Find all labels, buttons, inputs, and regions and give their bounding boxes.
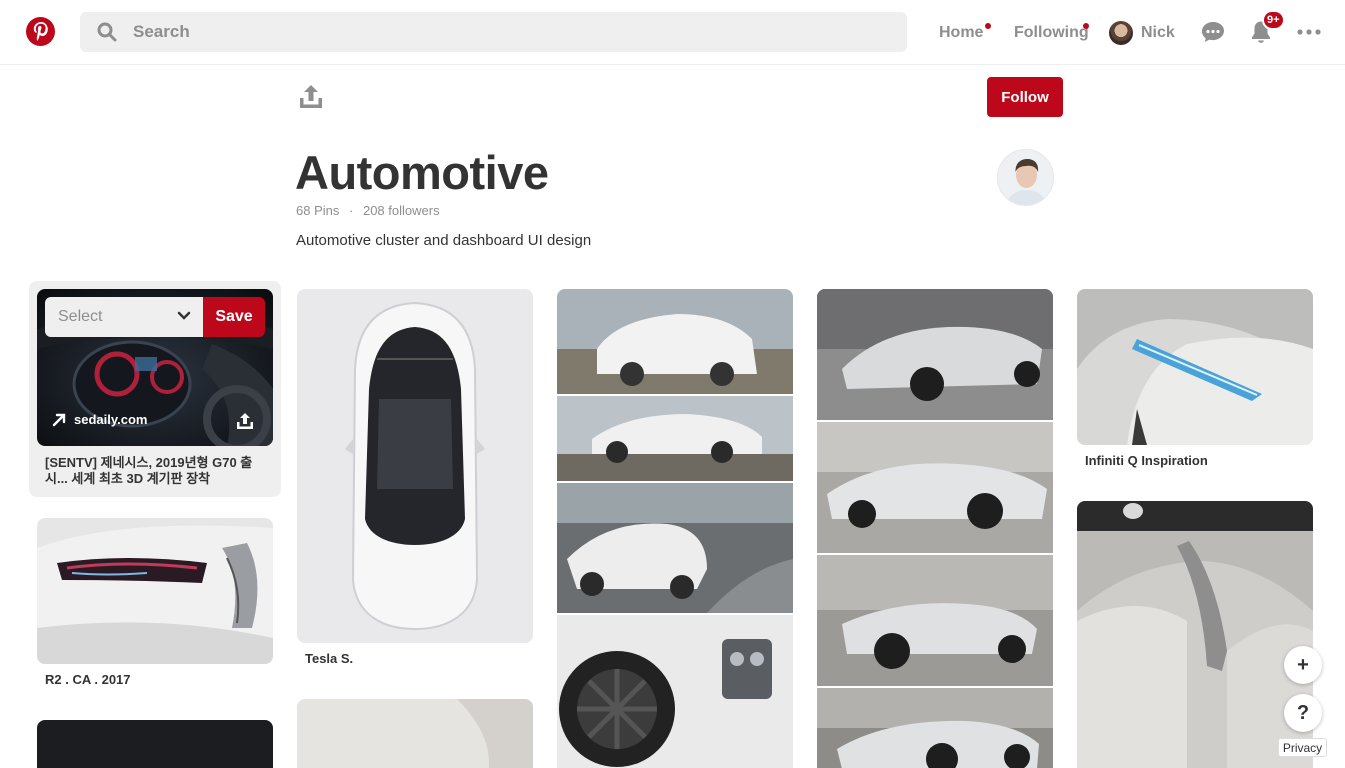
external-link-arrow-icon	[52, 413, 66, 427]
user-avatar[interactable]	[1109, 21, 1133, 45]
followers-count[interactable]: 208 followers	[363, 203, 440, 218]
pin-source-link[interactable]: sedaily.com	[52, 412, 147, 427]
more-options-icon[interactable]	[1297, 28, 1321, 36]
pins-count[interactable]: 68 Pins	[296, 203, 339, 218]
following-notification-dot	[1083, 23, 1089, 29]
pin-share-icon[interactable]	[236, 412, 254, 430]
infiniti-headlight-image[interactable]	[1077, 289, 1313, 445]
top-bar: Home Following Nick 9+	[0, 0, 1345, 65]
meta-separator: ·	[349, 203, 354, 218]
interior-seat-image[interactable]	[1077, 501, 1313, 768]
messages-icon[interactable]	[1200, 20, 1226, 44]
tesla-top-view-image[interactable]	[297, 289, 533, 643]
chevron-down-icon	[177, 308, 191, 326]
bmw-headlight-image[interactable]	[37, 518, 273, 664]
privacy-link[interactable]: Privacy	[1278, 738, 1327, 757]
pin-source-domain: sedaily.com	[74, 412, 148, 427]
follow-button[interactable]: Follow	[987, 77, 1063, 117]
board-owner-avatar[interactable]	[997, 149, 1054, 206]
porsche-mission-e-collage-image[interactable]	[557, 289, 793, 768]
dark-car-image[interactable]	[37, 720, 273, 768]
board-select-value: Select	[58, 308, 103, 325]
board-stats: 68 Pins · 208 followers	[296, 203, 440, 218]
help-button[interactable]: ?	[1284, 694, 1322, 732]
search-bar[interactable]	[80, 12, 907, 52]
nav-user-name[interactable]: Nick	[1141, 24, 1175, 42]
pinterest-logo-icon[interactable]	[26, 17, 55, 46]
board-description: Automotive cluster and dashboard UI desi…	[296, 232, 592, 249]
nav-following[interactable]: Following	[1014, 24, 1089, 42]
notifications-badge: 9+	[1262, 10, 1285, 30]
pin-title-genesis[interactable]: [SENTV] 제네시스, 2019년형 G70 출시... 세계 최초 3D …	[45, 455, 270, 487]
home-notification-dot	[985, 23, 991, 29]
pin-title-r2ca[interactable]: R2 . CA . 2017	[45, 672, 131, 688]
search-icon	[96, 21, 118, 43]
infiniti-vision-gt-collage-image[interactable]	[817, 289, 1053, 768]
board-title: Automotive	[295, 146, 549, 199]
share-board-icon[interactable]	[298, 83, 324, 111]
nav-home[interactable]: Home	[939, 24, 983, 42]
save-pin-button[interactable]: Save	[203, 297, 265, 337]
board-select-dropdown[interactable]: Select	[45, 297, 203, 337]
white-car-closeup-image[interactable]	[297, 699, 533, 768]
pin-title-infiniti[interactable]: Infiniti Q Inspiration	[1085, 453, 1208, 469]
search-input[interactable]	[133, 22, 833, 42]
add-button[interactable]: +	[1284, 646, 1322, 684]
pin-title-tesla[interactable]: Tesla S.	[305, 651, 353, 667]
